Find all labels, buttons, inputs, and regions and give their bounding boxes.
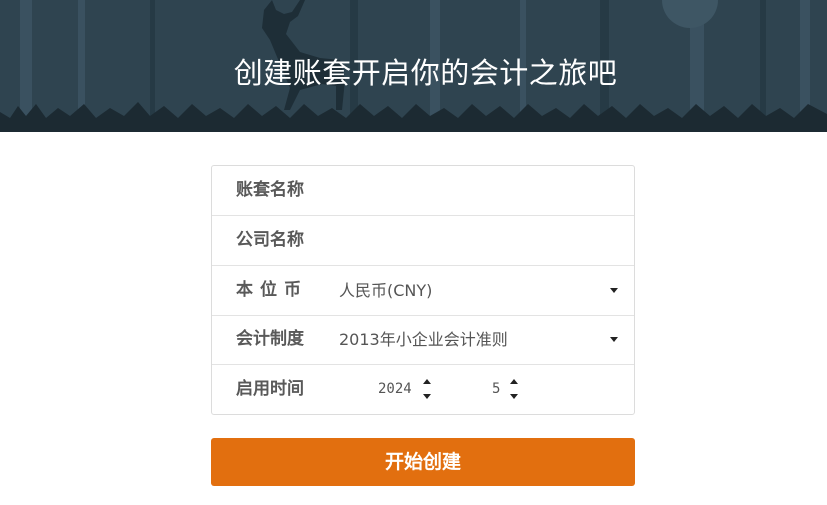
currency-value[interactable]: 人民币(CNY) <box>339 266 432 315</box>
company-name-row[interactable]: 公司名称 <box>212 216 634 266</box>
spin-down-icon[interactable] <box>510 394 518 399</box>
header-banner: 创建账套开启你的会计之旅吧 <box>0 0 827 132</box>
spin-up-icon[interactable] <box>423 379 431 384</box>
chevron-down-icon[interactable] <box>610 288 618 293</box>
company-name-field[interactable]: 公司名称 <box>236 216 304 265</box>
currency-select[interactable]: 本位币 人民币(CNY) <box>212 266 634 316</box>
year-stepper[interactable] <box>422 379 432 401</box>
account-name-row[interactable]: 账套名称 <box>212 166 634 216</box>
month-stepper[interactable] <box>509 379 519 401</box>
start-create-button[interactable]: 开始创建 <box>211 438 635 486</box>
account-setup-form: 账套名称 公司名称 本位币 人民币(CNY) 会计制度 2013年小企业会计准则… <box>211 165 635 415</box>
accounting-system-label: 会计制度 <box>236 329 304 349</box>
account-name-field[interactable]: 账套名称 <box>236 166 304 215</box>
year-input[interactable]: 2024 <box>378 365 412 414</box>
start-time-row: 启用时间 2024 5 <box>212 365 634 414</box>
spin-up-icon[interactable] <box>510 379 518 384</box>
start-time-label: 启用时间 <box>236 379 304 399</box>
page-title: 创建账套开启你的会计之旅吧 <box>233 56 618 90</box>
currency-label: 本位币 <box>236 280 308 300</box>
chevron-down-icon[interactable] <box>610 337 618 342</box>
month-input[interactable]: 5 <box>492 365 500 414</box>
spin-down-icon[interactable] <box>423 394 431 399</box>
accounting-system-value[interactable]: 2013年小企业会计准则 <box>339 315 508 364</box>
accounting-system-select[interactable]: 会计制度 2013年小企业会计准则 <box>212 315 634 365</box>
